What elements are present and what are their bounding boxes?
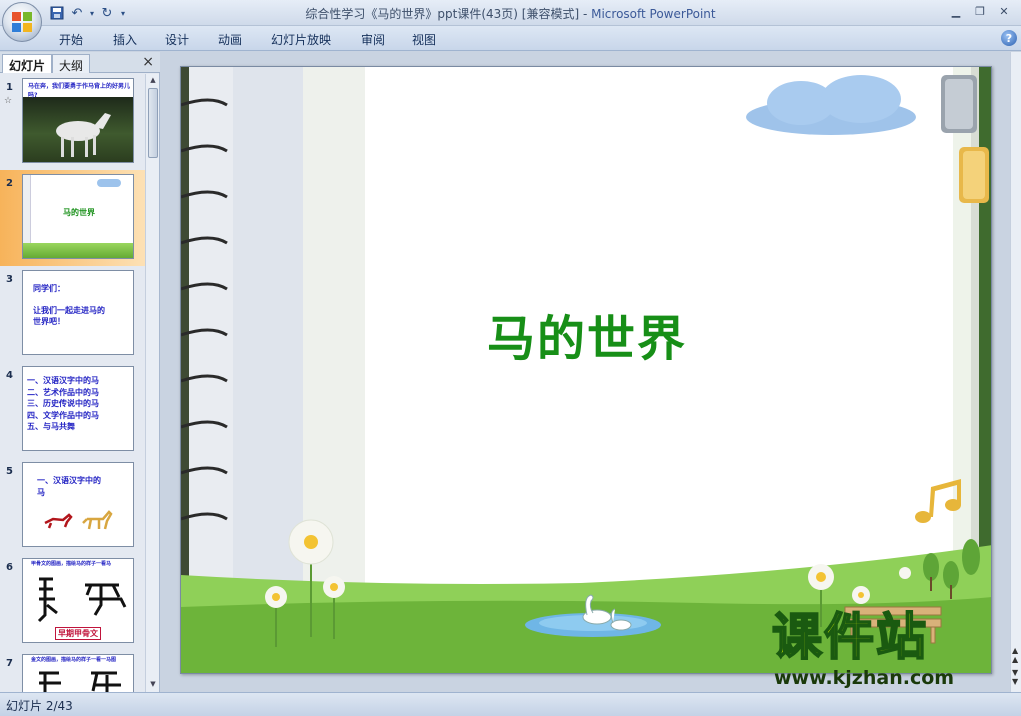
thumbnail-caption: 早期甲骨文 [55,627,101,640]
tab-slideshow[interactable]: 幻灯片放映 [271,31,331,48]
office-logo-icon [12,12,32,32]
thumbnail-text: 金文的图画，描绘马的样子一看一马图 [31,657,117,663]
office-button[interactable] [2,2,42,42]
thumbnail-text: 让我们一起走进马的 [33,305,105,315]
thumbnail-text: 二、艺术作品中的马 [27,387,99,397]
thumbnail-image: 甲骨文的图画，描绘马的样子一看马 早期甲骨文 [22,558,134,643]
slide-background [181,67,991,673]
scroll-prev-slide-icon[interactable]: ▲ ▲ [1012,646,1018,664]
slide-scrollbar[interactable]: ▲ ▲ ▼ ▼ [1010,52,1021,692]
thumbnail-image: 金文的图画，描绘马的样子一看一马图 [22,654,134,692]
thumbnail-image: 马在奔，我们要勇于作马背上的好男儿吗? [22,78,134,163]
thumbnail-item-1[interactable]: 1 ☆ 马在奔，我们要勇于作马背上的好男儿吗? [0,74,145,170]
oracle-horse-drawings [37,577,127,623]
ribbon-tabs: 开始 插入 设计 动画 幻灯片放映 审阅 视图 ? [0,26,1021,51]
slide-counter: 幻灯片 2/43 [6,699,73,713]
horse-drawings [44,510,113,530]
thumbnail-number: 2 [6,178,13,189]
thumbnail-image: 同学们： 让我们一起走进马的 世界吧！ [22,270,134,355]
window-controls: ▁ ❐ ✕ [945,3,1015,20]
thumbnail-item-6[interactable]: 6 甲骨文的图画，描绘马的样子一看马 早期甲骨文 [0,554,145,650]
minimize-icon[interactable]: ▁ [945,3,967,20]
thumbnail-text: 同学们： [33,284,65,293]
tab-review[interactable]: 审阅 [361,31,385,48]
thumbnail-text: 马的世界 [63,208,95,217]
thumbnail-item-2[interactable]: 2 马的世界 [0,170,145,266]
panel-tabs: 幻灯片 大纲 × [0,52,160,73]
close-icon[interactable]: × [142,54,154,70]
thumbnail-list: 1 ☆ 马在奔，我们要勇于作马背上的好男儿吗? 2 马的世界 3 同学们： 让我… [0,74,145,692]
thumbnail-text: 马在奔，我们要勇于作马背上的好男儿吗? [28,83,131,99]
restore-icon[interactable]: ❐ [969,3,991,20]
scrollbar-thumb[interactable] [148,88,158,158]
horse-photo [23,97,133,162]
thumbnail-text: 五、与马共舞 [27,422,75,432]
tab-view[interactable]: 视图 [412,31,436,48]
thumbnail-text: 甲骨文的图画，描绘马的样子一看马 [31,561,112,567]
thumbnail-text: 一、汉语汉字中的马 [27,376,99,385]
thumbnail-item-5[interactable]: 5 一、汉语汉字中的 马 [0,458,145,554]
status-bar: 幻灯片 2/43 [0,692,1021,716]
watermark-logo-text: 课件站 [771,608,928,666]
thumbnail-number: 5 [6,466,13,477]
document-title: 综合性学习《马的世界》ppt课件(43页) [兼容模式] - [305,7,592,21]
close-icon[interactable]: ✕ [993,3,1015,20]
tab-animation[interactable]: 动画 [218,31,242,48]
tab-home[interactable]: 开始 [59,31,83,48]
thumbnail-number: 6 [6,562,13,573]
current-slide[interactable]: 马的世界 [180,66,992,674]
thumbnail-number: 7 [6,658,13,669]
title-bar: ↶ ▾ ↻ ▾ 综合性学习《马的世界》ppt课件(43页) [兼容模式] - M… [0,0,1021,26]
thumbnail-text: 一、汉语汉字中的 [37,476,101,485]
window-title: 综合性学习《马的世界》ppt课件(43页) [兼容模式] - Microsoft… [0,5,1021,22]
watermark-url: www.kjzhan.com [774,667,955,689]
tab-design[interactable]: 设计 [165,31,189,48]
thumbnail-text: 三、历史传说中的马 [27,399,99,409]
slide-title[interactable]: 马的世界 [181,299,991,369]
thumbnail-text: 四、文学作品中的马 [27,410,99,420]
thumbnail-image: 马的世界 [22,174,134,259]
tab-slides[interactable]: 幻灯片 [2,54,53,73]
animation-star-icon: ☆ [4,96,13,106]
thumbnail-scrollbar[interactable]: ▲ ▼ [145,74,159,692]
scroll-down-icon[interactable]: ▼ [148,680,158,690]
scroll-next-slide-icon[interactable]: ▼ ▼ [1012,668,1018,686]
scroll-up-icon[interactable]: ▲ [148,76,158,86]
thumbnail-number: 3 [6,274,13,285]
thumbnail-text: 马 [37,487,45,497]
tab-outline[interactable]: 大纲 [52,54,91,73]
thumbnail-image: 一、汉语汉字中的 马 [22,462,134,547]
thumbnail-number: 1 [6,82,13,93]
thumbnail-text: 世界吧！ [33,317,65,327]
app-name: Microsoft PowerPoint [591,7,716,21]
tab-insert[interactable]: 插入 [113,31,137,48]
slides-panel: 幻灯片 大纲 × 1 ☆ 马在奔，我们要勇于作马背上的好男儿吗? 2 马的世界 [0,52,160,692]
help-icon[interactable]: ? [1001,30,1017,46]
slide-editor: 马的世界 [161,52,1010,692]
thumbnail-image: 一、汉语汉字中的马 二、艺术作品中的马 三、历史传说中的马 四、文学作品中的马 … [22,366,134,451]
thumbnail-item-7[interactable]: 7 金文的图画，描绘马的样子一看一马图 [0,650,145,692]
thumbnail-number: 4 [6,370,13,381]
thumbnail-item-4[interactable]: 4 一、汉语汉字中的马 二、艺术作品中的马 三、历史传说中的马 四、文学作品中的… [0,362,145,458]
thumbnail-item-3[interactable]: 3 同学们： 让我们一起走进马的 世界吧！ [0,266,145,362]
